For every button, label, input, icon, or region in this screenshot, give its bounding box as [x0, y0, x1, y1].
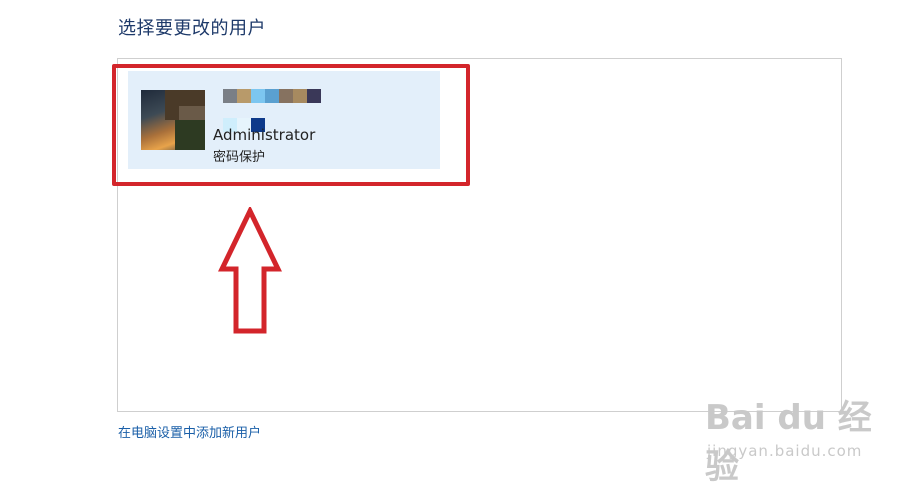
watermark-url: jingyan.baidu.com [707, 442, 863, 460]
page-title: 选择要更改的用户 [118, 18, 266, 39]
add-new-user-link[interactable]: 在电脑设置中添加新用户 [118, 422, 261, 441]
up-arrow-annotation [218, 207, 282, 334]
watermark-logo: Bai du 经验 [705, 398, 872, 487]
baidu-jingyan-watermark: Bai du 经验 jingyan.baidu.com [705, 390, 905, 487]
highlight-box-annotation [112, 64, 470, 186]
